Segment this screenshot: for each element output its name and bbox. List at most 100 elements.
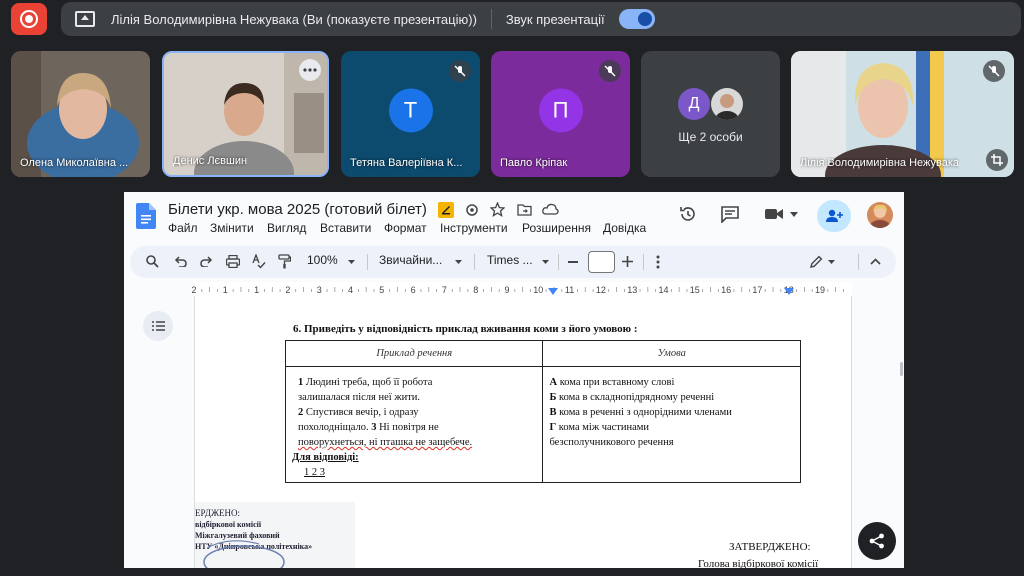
mic-off-icon	[599, 60, 621, 82]
indent-marker-icon[interactable]	[548, 288, 558, 295]
spellcheck-icon[interactable]	[252, 254, 266, 269]
chevron-up-icon[interactable]	[870, 258, 881, 265]
participant-tile-liliia[interactable]: Лілія Володимирівна Нежувака	[791, 51, 1014, 177]
chevron-down-icon[interactable]	[790, 212, 798, 217]
ruler-number: 13	[627, 285, 637, 295]
star-icon[interactable]	[490, 202, 505, 217]
ruler-number: 11	[565, 285, 574, 295]
ruler-number: 6	[411, 285, 416, 295]
editing-mode-button[interactable]	[804, 250, 850, 274]
participant-name: Денис Лєвшин	[173, 155, 248, 167]
font-select[interactable]: Times ...	[487, 253, 533, 267]
participant-tile-tetiana[interactable]: Т Тетяна Валеріївна К...	[341, 51, 480, 177]
folder-move-icon[interactable]	[517, 203, 532, 216]
more-participants-label: Ще 2 особи	[678, 130, 743, 144]
ruler-number: 17	[752, 285, 762, 295]
participant-name: Павло Кріпак	[500, 157, 568, 169]
participant-name: Олена Миколаївна ...	[20, 157, 129, 169]
menu-format[interactable]: Формат	[384, 221, 427, 235]
outline-icon	[151, 321, 165, 331]
ruler-number: 8	[473, 285, 478, 295]
menu-help[interactable]: Довідка	[603, 221, 646, 235]
presentation-sound-toggle[interactable]	[618, 9, 655, 29]
right-indent-marker-icon[interactable]	[784, 288, 794, 295]
ruler-number: 1	[223, 285, 228, 295]
crop-icon[interactable]	[986, 149, 1008, 171]
matching-table: Приклад речення Умова 1 Людині треба, що…	[284, 340, 801, 483]
condition-line: Б кома в складнопідрядному реченні	[549, 392, 715, 403]
redo-icon[interactable]	[200, 255, 213, 267]
approved-subtitle: Голова відбіркової комісії	[698, 558, 819, 568]
menu-edit[interactable]: Змінити	[210, 221, 254, 235]
participant-avatar: Д	[678, 88, 710, 120]
table-header: Приклад речення	[284, 340, 544, 367]
condition-line: Г кома між частинами	[549, 422, 650, 433]
table-header: Умова	[542, 340, 801, 367]
record-icon	[20, 10, 38, 28]
share-floating-button[interactable]	[858, 522, 896, 560]
ruler-number: 5	[379, 285, 384, 295]
menu-tools[interactable]: Інструменти	[440, 221, 508, 235]
menu-file[interactable]: Файл	[168, 221, 198, 235]
account-avatar[interactable]	[867, 202, 893, 228]
mic-off-icon	[983, 60, 1005, 82]
google-docs-window: Білети укр. мова 2025 (готовий білет) Фа…	[124, 192, 904, 568]
paint-format-icon[interactable]	[278, 254, 291, 269]
ruler-number: 19	[815, 285, 825, 295]
formatting-toolbar: 100% Звичайни... Times ...	[130, 246, 896, 278]
undo-icon[interactable]	[174, 255, 187, 267]
example-line: похолодніщало. 3 Ні повітря не	[298, 422, 439, 433]
participant-avatar: Т	[388, 88, 433, 133]
present-screen-icon	[75, 11, 95, 27]
condition-line: безсполучникового речення	[549, 437, 674, 448]
recording-button[interactable]	[11, 3, 47, 35]
decrease-font-size-icon[interactable]	[568, 261, 578, 263]
ruler-number: 15	[690, 285, 700, 295]
menu-extensions[interactable]: Розширення	[522, 221, 591, 235]
ruler-number: 12	[596, 285, 606, 295]
pencil-icon	[810, 255, 823, 268]
cloud-saved-icon[interactable]	[542, 203, 559, 215]
condition-line: А кома при вставному слові	[549, 377, 675, 388]
paragraph-style-select[interactable]: Звичайни...	[379, 253, 442, 267]
participant-tile-denys[interactable]: Денис Лєвшин	[162, 51, 329, 177]
ruler-number: 3	[317, 285, 322, 295]
document-outline-button[interactable]	[143, 311, 173, 341]
share-button[interactable]	[817, 200, 851, 232]
scrollbar[interactable]	[900, 362, 903, 376]
example-line: 2 Спустився вечір, і одразу	[298, 407, 419, 418]
document-title[interactable]: Білети укр. мова 2025 (готовий білет)	[168, 201, 427, 218]
answer-label: Для відповіді:	[292, 452, 359, 463]
move-icon[interactable]	[465, 203, 479, 217]
answer-values: 1 2 3	[304, 467, 325, 478]
document-page[interactable]: 6. Приведіть у відповідність приклад вжи…	[194, 296, 852, 568]
font-size-input[interactable]	[588, 251, 615, 273]
ruler[interactable]: 2112345678910111213141516171819	[124, 282, 904, 296]
mic-off-icon	[449, 60, 471, 82]
participant-name: Лілія Володимирівна Нежувака	[800, 157, 960, 169]
participant-tile-pavlo[interactable]: П Павло Кріпак	[491, 51, 630, 177]
increase-font-size-icon[interactable]	[622, 256, 633, 267]
presentation-sound-label: Звук презентації	[505, 11, 605, 27]
more-tools-icon[interactable]	[656, 255, 660, 269]
comments-icon[interactable]	[721, 206, 739, 223]
search-icon[interactable]	[146, 255, 159, 268]
more-options-icon[interactable]	[299, 59, 321, 81]
add-person-icon	[826, 209, 843, 222]
zoom-select[interactable]: 100%	[307, 253, 338, 267]
question-heading: 6. Приведіть у відповідність приклад вжи…	[293, 323, 638, 335]
menu-insert[interactable]: Вставити	[320, 221, 371, 235]
offline-badge-icon[interactable]	[438, 202, 454, 218]
chevron-down-icon[interactable]	[348, 260, 355, 264]
print-icon[interactable]	[226, 255, 240, 268]
share-icon	[869, 533, 884, 549]
chevron-down-icon[interactable]	[542, 260, 549, 264]
version-history-icon[interactable]	[679, 205, 697, 223]
participant-tile-olena[interactable]: Олена Миколаївна ...	[11, 51, 150, 177]
participant-tile-others[interactable]: Д Ще 2 особи	[641, 51, 780, 177]
example-line: поворухнеться, ні пташка не защебече.	[298, 437, 473, 448]
examples-cell: 1 Людині треба, щоб її робота залишалася…	[284, 366, 544, 483]
meet-camera-icon[interactable]	[764, 207, 784, 221]
chevron-down-icon[interactable]	[455, 260, 462, 264]
menu-view[interactable]: Вигляд	[267, 221, 306, 235]
